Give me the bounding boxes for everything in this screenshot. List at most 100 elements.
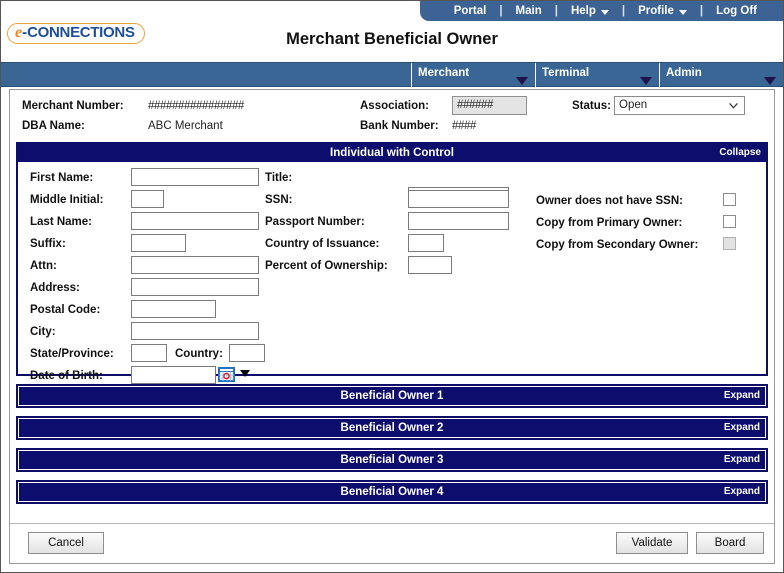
state-province-label: State/Province:	[30, 348, 114, 360]
individual-panel-header: Individual with Control Collapse	[18, 144, 766, 162]
merchant-info-section: Merchant Number: ################ DBA Na…	[10, 90, 774, 142]
bank-number-value: ####	[452, 120, 476, 132]
nav-tab-label-terminal: Terminal	[542, 67, 590, 79]
status-value: Open	[619, 99, 648, 111]
cancel-button[interactable]: Cancel	[28, 532, 104, 554]
attn-input[interactable]	[131, 256, 259, 274]
board-button[interactable]: Board	[696, 532, 764, 554]
state-province-input[interactable]	[131, 344, 167, 362]
dba-name-value: ABC Merchant	[148, 120, 223, 132]
beneficial-owner-4-header[interactable]: Beneficial Owner 4 Expand	[19, 483, 765, 501]
nav-tab-admin[interactable]: Admin	[659, 63, 783, 88]
passport-number-label: Passport Number:	[265, 216, 365, 228]
nav-tab-label-merchant: Merchant	[418, 67, 470, 79]
country-label: Country:	[175, 348, 223, 360]
city-input[interactable]	[131, 322, 259, 340]
beneficial-owner-3-title: Beneficial Owner 3	[340, 454, 444, 466]
attn-label: Attn:	[30, 260, 57, 272]
middle-initial-input[interactable]	[131, 190, 164, 208]
beneficial-owner-2-title: Beneficial Owner 2	[340, 422, 444, 434]
topnav-label-logoff: Log Off	[716, 5, 757, 17]
bank-number-label: Bank Number:	[360, 120, 439, 132]
status-dropdown[interactable]: Open	[614, 96, 745, 115]
beneficial-owner-4-expand-link[interactable]: Expand	[724, 483, 760, 501]
title-label: Title:	[265, 172, 293, 184]
percent-of-ownership-input[interactable]	[408, 256, 452, 274]
nav-tab-label-admin: Admin	[666, 67, 702, 79]
address-label: Address:	[30, 282, 80, 294]
beneficial-owner-4-panel: Beneficial Owner 4 Expand	[16, 480, 768, 504]
suffix-input[interactable]	[131, 234, 186, 252]
individual-panel-title: Individual with Control	[330, 147, 454, 159]
country-input[interactable]	[229, 344, 265, 362]
page-title: Merchant Beneficial Owner	[286, 30, 498, 48]
copy-secondary-owner-checkbox	[723, 237, 736, 250]
main-nav-band: Merchant Terminal Admin	[1, 62, 783, 88]
dba-name-label: DBA Name:	[22, 120, 85, 132]
topnav-item-portal[interactable]: Portal	[442, 5, 499, 17]
beneficial-owner-3-panel: Beneficial Owner 3 Expand	[16, 448, 768, 472]
postal-code-label: Postal Code:	[30, 304, 101, 316]
chevron-down-icon	[678, 9, 687, 15]
owner-no-ssn-checkbox[interactable]	[723, 193, 736, 206]
topnav-item-main[interactable]: Main	[504, 5, 554, 17]
percent-of-ownership-label: Percent of Ownership:	[265, 260, 388, 272]
chevron-down-icon	[764, 77, 776, 85]
topnav-item-profile[interactable]: Profile	[626, 5, 699, 17]
beneficial-owners-list: Beneficial Owner 1 Expand Beneficial Own…	[10, 384, 774, 504]
chevron-down-icon[interactable]	[240, 370, 250, 377]
validate-button[interactable]: Validate	[616, 532, 688, 554]
calendar-icon[interactable]	[218, 367, 235, 382]
topnav-label-portal: Portal	[453, 5, 487, 17]
copy-secondary-owner-label: Copy from Secondary Owner:	[536, 239, 699, 251]
beneficial-owner-2-expand-link[interactable]: Expand	[724, 419, 760, 437]
individual-panel-body: First Name: Middle Initial: Last Name: S…	[18, 162, 766, 384]
chevron-down-icon	[600, 9, 609, 15]
individual-with-control-panel: Individual with Control Collapse First N…	[16, 142, 768, 384]
topnav-label-help: Help	[570, 5, 596, 17]
beneficial-owner-4-title: Beneficial Owner 4	[340, 486, 444, 498]
passport-number-input[interactable]	[408, 212, 509, 230]
date-of-birth-input[interactable]	[131, 366, 216, 384]
middle-initial-label: Middle Initial:	[30, 194, 104, 206]
nav-tab-terminal[interactable]: Terminal	[535, 63, 659, 88]
last-name-label: Last Name:	[30, 216, 92, 228]
topnav-item-help[interactable]: Help	[559, 5, 621, 17]
beneficial-owner-2-header[interactable]: Beneficial Owner 2 Expand	[19, 419, 765, 437]
brand-row: e-CONNECTIONS Merchant Beneficial Owner	[1, 21, 783, 61]
ssn-input[interactable]	[408, 190, 509, 208]
chevron-down-icon	[729, 103, 738, 109]
content-frame: Merchant Number: ################ DBA Na…	[9, 89, 775, 564]
date-of-birth-label: Date of Birth:	[30, 370, 103, 382]
address-input[interactable]	[131, 278, 259, 296]
calendar-glyph-icon	[219, 368, 234, 381]
copy-primary-owner-checkbox[interactable]	[723, 215, 736, 228]
first-name-input[interactable]	[131, 168, 259, 186]
postal-code-input[interactable]	[131, 300, 216, 318]
topnav-item-logoff[interactable]: Log Off	[704, 5, 769, 17]
suffix-label: Suffix:	[30, 238, 66, 250]
association-label: Association:	[360, 100, 430, 112]
beneficial-owner-1-header[interactable]: Beneficial Owner 1 Expand	[19, 387, 765, 405]
individual-panel-collapse-link[interactable]: Collapse	[719, 144, 761, 162]
beneficial-owner-3-header[interactable]: Beneficial Owner 3 Expand	[19, 451, 765, 469]
association-value: ######	[452, 96, 527, 115]
beneficial-owner-1-expand-link[interactable]: Expand	[724, 387, 760, 405]
top-utility-bar: Portal | Main | Help | Profile | Log Off	[1, 1, 783, 21]
beneficial-owner-3-expand-link[interactable]: Expand	[724, 451, 760, 469]
city-label: City:	[30, 326, 56, 338]
top-nav: Portal | Main | Help | Profile | Log Off	[419, 1, 783, 21]
beneficial-owner-1-title: Beneficial Owner 1	[340, 390, 444, 402]
country-of-issuance-input[interactable]	[408, 234, 444, 252]
beneficial-owner-1-panel: Beneficial Owner 1 Expand	[16, 384, 768, 408]
last-name-input[interactable]	[131, 212, 259, 230]
topnav-label-main: Main	[515, 5, 542, 17]
footer-button-row: Cancel Validate Board	[10, 523, 774, 563]
main-nav-tabs: Merchant Terminal Admin	[411, 63, 783, 88]
merchant-number-value: ################	[148, 100, 244, 112]
nav-tab-merchant[interactable]: Merchant	[411, 63, 535, 88]
chevron-down-icon	[516, 77, 528, 85]
ssn-label: SSN:	[265, 194, 293, 206]
topnav-label-profile: Profile	[638, 5, 674, 17]
first-name-label: First Name:	[30, 172, 94, 184]
